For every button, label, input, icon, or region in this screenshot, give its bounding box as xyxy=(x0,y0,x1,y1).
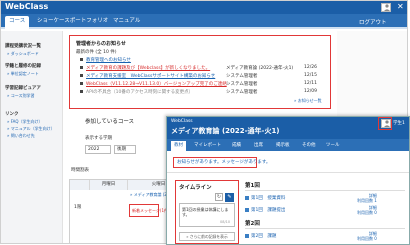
notice-row-date: 12/26 xyxy=(304,65,317,70)
highlight-box xyxy=(378,117,392,130)
notice-latest-count: 最新の件 (全 10 件) xyxy=(76,50,117,55)
tab-manual[interactable]: マニュアル xyxy=(109,16,144,29)
sidebar-link-credits[interactable]: » 単位認定ノート xyxy=(7,71,39,77)
highlight-box xyxy=(129,204,159,217)
material-status[interactable]: 詳細 利用回数 0 xyxy=(357,205,377,215)
sidebar-link-manual[interactable]: » マニュアル（学生向け） xyxy=(7,126,55,132)
term-select[interactable]: 後期 xyxy=(114,145,136,154)
main-nav: コース ショーケースポートフォリオ マニュアル ログアウト xyxy=(1,14,407,29)
bullet-icon xyxy=(80,74,83,77)
brand-logo[interactable]: WebClass xyxy=(171,119,193,124)
notice-row[interactable]: APIの不具合（10番のアクセス時刻に関する変更点） システム管理者 12/09 xyxy=(76,89,326,96)
material-link[interactable]: 第1回 授業資料 xyxy=(245,195,285,201)
sidebar-link-course-study[interactable]: » コース別学習 xyxy=(7,93,35,99)
term-label: 表示する学期 xyxy=(85,136,112,141)
material-link[interactable]: 第1回 課題提出 xyxy=(245,207,285,213)
timeline-post[interactable]: 第1回の授業は休講にします。 08/10 xyxy=(179,203,235,227)
close-icon[interactable]: ✕ xyxy=(397,3,404,11)
timetable-head-period xyxy=(70,180,90,190)
sidebar-heading-links: リンク xyxy=(5,112,19,117)
notice-row-text[interactable]: WebClass（V11.12.28→V11.13.0）バージョンアップ完了のご… xyxy=(86,81,227,87)
notice-row[interactable]: 教育管理へのお知らせ xyxy=(76,57,326,64)
bullet-icon xyxy=(80,58,83,61)
sidebar-heading-records: 学籍と履修の記録 xyxy=(5,64,41,69)
week-heading: 第2回 xyxy=(245,221,260,227)
tab-tools[interactable]: ツール xyxy=(323,141,343,151)
year-select[interactable]: 2022 xyxy=(85,145,111,154)
tab-course[interactable]: コース xyxy=(5,16,30,29)
material-label[interactable]: 第2回 課題 xyxy=(251,234,276,239)
sidebar-link-faq[interactable]: » FAQ（学生向け） xyxy=(7,119,42,125)
material-status[interactable]: 詳細 利用回数 1 xyxy=(357,193,377,203)
timeline-more-button[interactable]: » さらに前の記録を表示 xyxy=(179,232,235,241)
notice-title: 管理者からのお知らせ xyxy=(76,41,126,47)
tab-attendance[interactable]: 出席 xyxy=(251,141,266,151)
top-bar: WebClass ✕ xyxy=(1,1,407,14)
material-status[interactable]: 詳細 利用回数 0 xyxy=(357,231,377,241)
admin-notice-panel: 管理者からのお知らせ 最新の件 (全 10 件) 教育管理へのお知らせ メディア… xyxy=(69,35,331,109)
sidebar: 課程受講状況一覧 » ダッシュボード 学籍と履修の記録 » 単位認定ノート 学習… xyxy=(1,31,63,243)
screenshot-stage: WebClass ✕ コース ショーケースポートフォリオ マニュアル ログアウト… xyxy=(0,0,410,245)
bullet-icon xyxy=(80,66,83,69)
notice-row-text[interactable]: メディア教育の課題及び【Webclass】が新しくなりました。 xyxy=(86,65,210,71)
course-window: WebClass メディア教育論 (2022-通年-火1) 学生1 教材 マイレ… xyxy=(166,116,410,245)
timeline-post-text: 第1回の授業は休講にします。 xyxy=(182,207,229,217)
material-label[interactable]: 第1回 授業資料 xyxy=(251,196,285,201)
divider xyxy=(245,228,405,229)
timetable-label: 時間割表 xyxy=(71,168,89,173)
tab-showcase[interactable]: ショーケースポートフォリオ xyxy=(33,16,112,29)
timetable-row-label: 1限 xyxy=(74,205,82,210)
bullet-icon xyxy=(80,82,83,85)
logout-link[interactable]: ログアウト xyxy=(359,18,387,26)
divider xyxy=(167,172,409,173)
material-label[interactable]: 第1回 課題提出 xyxy=(251,208,285,213)
document-icon xyxy=(245,233,249,238)
notice-row-category: システム管理者 xyxy=(226,90,258,95)
notice-row-date: 12/15 xyxy=(304,73,317,78)
edit-icon[interactable]: ✎ xyxy=(225,193,234,202)
tab-grades[interactable]: 成績 xyxy=(229,141,244,151)
notice-row-date: 12/09 xyxy=(304,89,317,94)
timeline-panel: タイムライン ↻ ✎ 第1回の授業は休講にします。 08/10 » さらに前の記… xyxy=(175,180,239,244)
tab-materials[interactable]: 教材 xyxy=(171,141,186,151)
document-icon xyxy=(245,195,249,200)
brand-logo[interactable]: WebClass xyxy=(5,2,48,11)
material-link[interactable]: 第2回 課題 xyxy=(245,233,276,239)
notice-row-category: システム管理者 xyxy=(226,74,258,79)
document-icon xyxy=(245,207,249,212)
notice-row[interactable]: WebClass（V11.12.28→V11.13.0）バージョンアップ完了のご… xyxy=(76,81,326,88)
sidebar-heading-viewer: 学習記録ビュアア xyxy=(5,86,41,91)
notice-row[interactable]: メディア教育の課題及び【Webclass】が新しくなりました。 メディア教育論 … xyxy=(76,65,326,72)
notice-row-category: システム管理者 xyxy=(226,82,258,87)
timeline-title: タイムライン xyxy=(179,185,212,191)
notice-row[interactable]: メディア教育支援室 WebClassサポートサイト構築のお知らせ システム管理者… xyxy=(76,73,326,80)
sidebar-link-contact[interactable]: » 問い合わせ先 xyxy=(7,133,35,139)
message-notice[interactable]: お知らせがあります。メッセージがあります。 xyxy=(173,157,270,168)
course-title: メディア教育論 (2022-通年-火1) xyxy=(171,127,280,135)
tab-other[interactable]: その他 xyxy=(299,141,319,151)
courses-heading: 参加しているコース xyxy=(85,119,135,125)
timetable-head-mon: 月曜日 xyxy=(90,180,128,190)
user-name[interactable]: 学生1 xyxy=(393,120,405,126)
sidebar-link-dashboard[interactable]: » ダッシュボード xyxy=(7,51,39,57)
week-heading: 第1回 xyxy=(245,183,260,189)
notice-row-text[interactable]: APIの不具合（10番のアクセス時刻に関する変更点） xyxy=(86,89,193,95)
course-header: WebClass メディア教育論 (2022-通年-火1) 学生1 xyxy=(167,117,409,139)
course-nav: 教材 マイレポート 成績 出席 掲示板 その他 ツール xyxy=(167,139,409,151)
notice-row-category: メディア教育論 (2022-通年-火1) xyxy=(226,66,294,71)
user-avatar-icon[interactable] xyxy=(381,3,391,12)
notice-list-link[interactable]: » お知らせ一覧 xyxy=(294,98,322,104)
bullet-icon xyxy=(80,90,83,93)
divider xyxy=(245,190,405,191)
sidebar-heading-overview: 課程受講状況一覧 xyxy=(5,44,41,49)
tab-board[interactable]: 掲示板 xyxy=(273,141,293,151)
refresh-icon[interactable]: ↻ xyxy=(215,193,223,201)
tab-my-report[interactable]: マイレポート xyxy=(191,141,224,151)
notice-row-text[interactable]: メディア教育支援室 WebClassサポートサイト構築のお知らせ xyxy=(86,73,215,79)
notice-row-text[interactable]: 教育管理へのお知らせ xyxy=(86,57,131,63)
notice-row-date: 12/11 xyxy=(304,81,317,86)
timeline-post-date: 08/10 xyxy=(220,220,231,224)
